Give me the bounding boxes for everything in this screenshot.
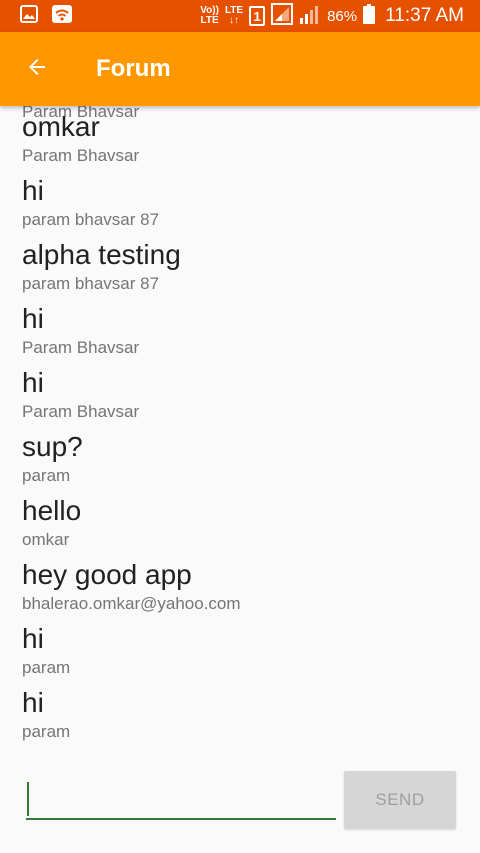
list-item[interactable]: alpha testing param bhavsar 87 — [22, 238, 480, 302]
composer: SEND — [0, 766, 480, 853]
message-author: param — [22, 658, 71, 677]
message-input[interactable] — [26, 776, 336, 820]
signal-icon-sim2 — [299, 4, 321, 29]
list-item[interactable]: hey good app bhalerao.omkar@yahoo.com — [22, 558, 480, 622]
message-author: Param Bhavsar — [22, 402, 140, 421]
battery-icon — [363, 3, 376, 29]
list-item[interactable]: hello omkar — [22, 494, 480, 558]
clock: 11:37 AM — [385, 5, 464, 26]
message-author: bhalerao.omkar@yahoo.com — [22, 594, 241, 613]
sim-slot-icon: 1 — [249, 6, 266, 26]
battery-percent: 86% — [327, 7, 358, 25]
text-cursor — [27, 782, 29, 816]
message-author: param — [22, 466, 71, 485]
app-bar: Forum — [0, 32, 480, 106]
send-button[interactable]: SEND — [344, 771, 456, 829]
list-item[interactable]: sup? param — [22, 430, 480, 494]
gallery-icon — [20, 4, 38, 28]
signal-icon-sim1 — [271, 2, 294, 30]
list-item[interactable]: hi param — [22, 686, 480, 750]
message-text: sup? — [22, 431, 83, 462]
message-text: hi — [22, 175, 44, 206]
message-text: hi — [22, 303, 44, 334]
message-text: hey good app — [22, 559, 192, 590]
list-item[interactable]: hi param bhavsar 87 — [22, 174, 480, 238]
list-item[interactable]: omkar Param Bhavsar — [22, 110, 480, 174]
message-author: param bhavsar 87 — [22, 210, 160, 229]
message-author: Param Bhavsar — [22, 338, 140, 357]
wifi-icon — [52, 4, 72, 28]
message-author: param bhavsar 87 — [22, 274, 160, 293]
message-text: hello — [22, 495, 82, 526]
message-text: hi — [22, 687, 44, 718]
list-item[interactable]: hi Param Bhavsar — [22, 366, 480, 430]
back-button[interactable] — [17, 49, 57, 89]
message-text: omkar — [22, 111, 100, 142]
volte-indicator: Vo)) LTE — [200, 5, 219, 26]
message-text: alpha testing — [22, 239, 181, 270]
list-item[interactable]: hi Param Bhavsar — [22, 302, 480, 366]
message-text: hi — [22, 623, 44, 654]
message-author: Param Bhavsar — [22, 146, 140, 165]
arrow-back-icon[interactable] — [25, 55, 49, 84]
page-title: Forum — [96, 55, 171, 82]
lte-data-indicator: LTE ↓↑ — [224, 5, 244, 26]
message-author: param — [22, 722, 71, 741]
list-item[interactable]: hi param — [22, 622, 480, 686]
message-list[interactable]: Param Bhavsar omkar Param Bhavsar hi param… — [0, 106, 480, 766]
message-text: hi — [22, 367, 44, 398]
status-bar: Vo)) LTE LTE ↓↑ 1 86% 11:37 AM — [0, 0, 480, 32]
message-author: omkar — [22, 530, 70, 549]
